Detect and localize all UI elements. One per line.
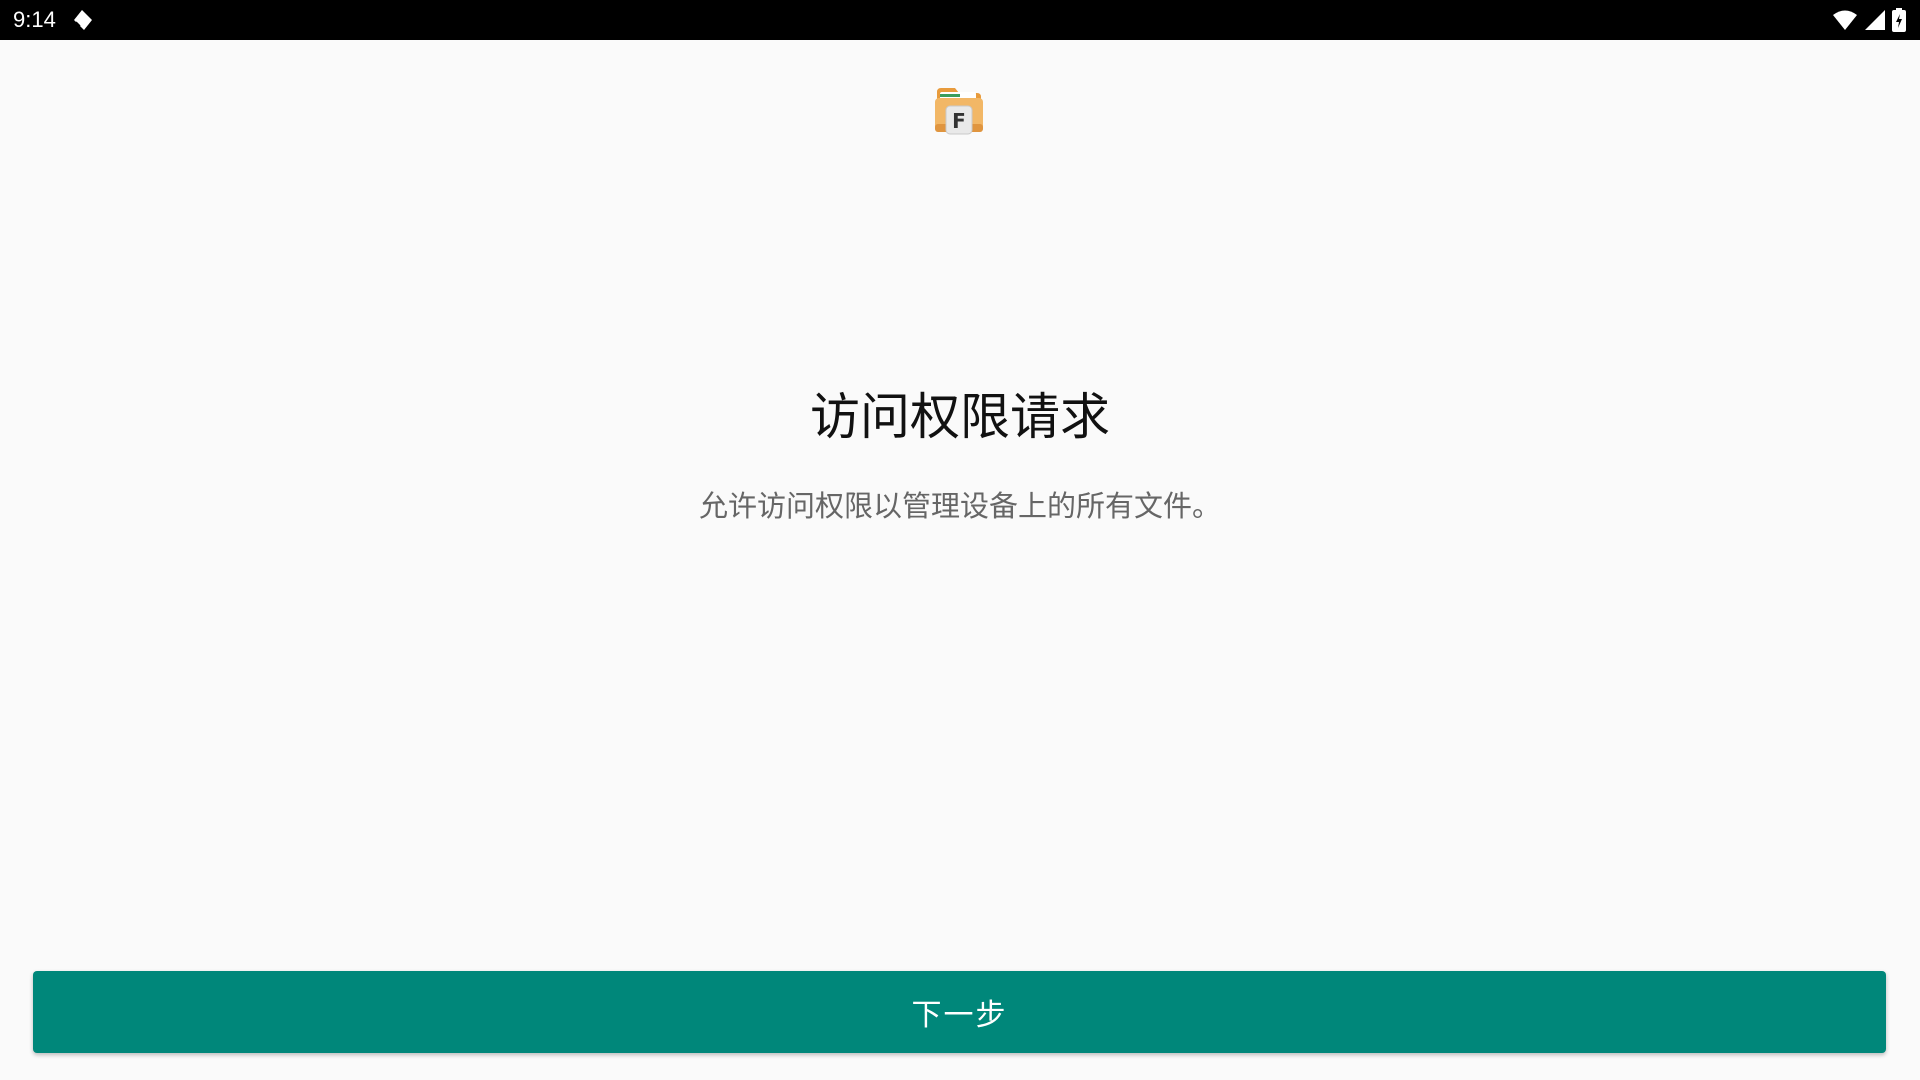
status-icons bbox=[1832, 8, 1906, 32]
svg-text:F: F bbox=[952, 109, 966, 133]
status-time: 9:14 bbox=[13, 7, 56, 32]
file-manager-app-icon: F bbox=[931, 84, 987, 140]
page-title: 访问权限请求 bbox=[810, 388, 1110, 446]
wifi-icon bbox=[1832, 9, 1858, 31]
next-button[interactable]: 下一步 bbox=[33, 971, 1886, 1053]
page-subtitle: 允许访问权限以管理设备上的所有文件。 bbox=[698, 489, 1221, 523]
cellular-signal-icon bbox=[1864, 9, 1886, 31]
status-bar: 9:14 bbox=[0, 0, 1920, 40]
battery-charging-icon bbox=[1892, 8, 1906, 32]
notification-shape-icon bbox=[70, 8, 94, 32]
